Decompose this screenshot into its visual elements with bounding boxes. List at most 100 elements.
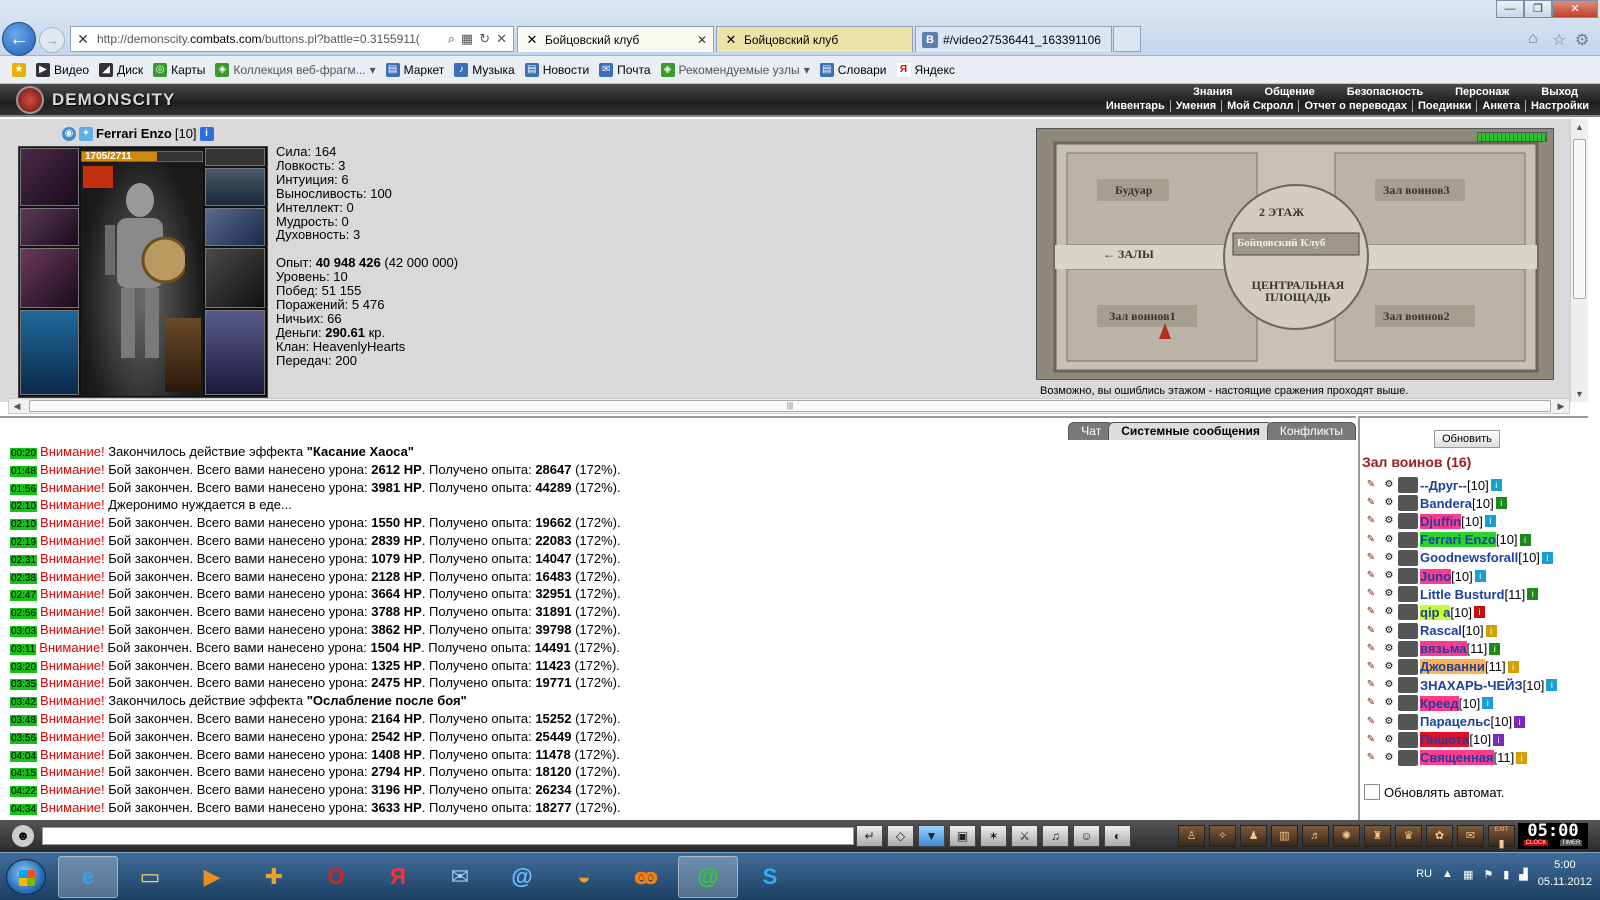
submenu-profile[interactable]: Анкета	[1476, 100, 1525, 112]
close-button[interactable]: ✕	[1552, 0, 1598, 18]
tab-conflicts[interactable]: Конфликты	[1266, 422, 1356, 440]
map-warriors-hall-2[interactable]: Зал воинов2	[1383, 309, 1450, 324]
message-time[interactable]: 03:03	[10, 625, 38, 637]
private-message-icon[interactable]: ✎	[1362, 733, 1380, 747]
clan-icon[interactable]	[1398, 677, 1418, 694]
clan-icon[interactable]	[1398, 658, 1418, 675]
user-nick[interactable]: Священная	[1420, 750, 1494, 766]
user-row[interactable]: ✎ ⚙ Креед [10] i	[1362, 694, 1557, 712]
message-time[interactable]: 04:15	[10, 768, 38, 780]
flag-icon[interactable]: ⚑	[1483, 868, 1493, 881]
info-icon[interactable]: i	[1474, 570, 1486, 583]
horizontal-scrollbar[interactable]: ◀ ||| ▶	[8, 398, 1570, 414]
mailru-agent-icon[interactable]: @	[492, 856, 552, 898]
menu-exit[interactable]: Выход	[1525, 86, 1594, 98]
eraser-icon[interactable]: ◇	[887, 825, 914, 847]
exit-icon[interactable]: EXIT ▮	[1488, 825, 1515, 850]
message-time[interactable]: 02:19	[10, 536, 38, 548]
clan-icon[interactable]	[1398, 586, 1418, 603]
user-nick[interactable]: Парацельс	[1420, 714, 1490, 729]
submenu-scroll[interactable]: Мой Скролл	[1221, 100, 1298, 112]
potion-icon[interactable]: ♙	[1178, 825, 1205, 847]
ring-slot[interactable]	[205, 148, 265, 166]
user-row[interactable]: ✎ ⚙ Парацельс [10] i	[1362, 712, 1557, 730]
user-nick[interactable]: Juno	[1420, 568, 1452, 584]
info-icon[interactable]: i	[1546, 679, 1558, 692]
tab-video[interactable]: B #/video27536441_163391106	[915, 26, 1112, 52]
submenu-skills[interactable]: Умения	[1169, 100, 1221, 112]
user-row[interactable]: ✎ ⚙ Juno [10] i	[1362, 567, 1557, 585]
language-indicator[interactable]: RU	[1416, 868, 1432, 880]
character-avatar[interactable]: 1705/2711	[81, 148, 203, 396]
clan-icon[interactable]	[1398, 477, 1418, 494]
map-halls-arrow[interactable]: ← ЗАЛЫ	[1103, 247, 1154, 262]
info-icon[interactable]: i	[1482, 697, 1494, 710]
smiley-icon[interactable]: ☺	[1073, 825, 1100, 847]
menu-knowledge[interactable]: Знания	[1177, 86, 1248, 98]
vertical-scrollbar[interactable]: ▲ ▼	[1570, 119, 1588, 402]
clan-icon[interactable]	[1398, 549, 1418, 566]
user-row[interactable]: ✎ ⚙ Little Busturd [11] i	[1362, 585, 1557, 603]
user-row[interactable]: ✎ ⚙ qip a [10] i	[1362, 603, 1557, 621]
submenu-transfer-report[interactable]: Отчет о переводах	[1298, 100, 1412, 112]
message-time[interactable]: 04:04	[10, 750, 38, 762]
user-nick[interactable]: Djuffin	[1420, 513, 1462, 529]
info-icon[interactable]: i	[1490, 479, 1502, 492]
chat-menu-icon[interactable]: ☻	[12, 825, 34, 847]
message-time[interactable]: 03:35	[10, 679, 38, 691]
clan-icon[interactable]	[1398, 622, 1418, 639]
user-nick[interactable]: Джованни	[1420, 659, 1485, 675]
fav-web-slices[interactable]: ◈ Коллекция веб-фрагм... ▾	[215, 62, 376, 77]
legs-slot[interactable]	[205, 310, 265, 395]
armor-slot[interactable]	[20, 310, 79, 395]
games-icon[interactable]: ✚	[244, 856, 304, 898]
clan-icon[interactable]	[1398, 604, 1418, 621]
user-row[interactable]: ✎ ⚙ Джованни [11] i	[1362, 658, 1557, 676]
info-icon[interactable]: i	[1474, 606, 1486, 619]
user-nick[interactable]: Креед	[1420, 695, 1459, 711]
auto-refresh-option[interactable]: Обновлять автомат.	[1364, 784, 1504, 800]
map-central-square[interactable]: ЦЕНТРАЛЬНАЯ ПЛОЩАДЬ	[1243, 279, 1353, 303]
private-message-icon[interactable]: ✎	[1362, 496, 1380, 510]
user-nick[interactable]: qip a	[1420, 604, 1451, 620]
tray-arrow-icon[interactable]: ▲	[1442, 868, 1453, 880]
gear-icon[interactable]: ⚙	[1575, 30, 1589, 50]
info-icon[interactable]: i	[1489, 642, 1501, 655]
fighter-icon[interactable]: ✶	[980, 825, 1007, 847]
mail-app-icon[interactable]: ✉	[430, 856, 490, 898]
fav-video[interactable]: ▶ Видео	[36, 62, 89, 77]
start-button[interactable]	[6, 859, 46, 895]
filter-icon[interactable]: ▼	[918, 825, 945, 847]
weapon-right-slot[interactable]	[205, 248, 265, 308]
info-icon[interactable]: i	[1484, 515, 1496, 528]
guard-icon[interactable]: ♜	[1364, 825, 1391, 847]
odnoklassniki-icon[interactable]: ꙭ	[616, 856, 676, 898]
clan-icon[interactable]	[1398, 513, 1418, 530]
info-icon[interactable]: i	[199, 126, 214, 141]
mail-icon[interactable]: ✉	[1457, 825, 1484, 847]
info-icon[interactable]: i	[1485, 624, 1497, 637]
message-time[interactable]: 01:56	[10, 483, 38, 495]
user-row[interactable]: ✎ ⚙ Священная [11] i	[1362, 749, 1557, 767]
user-nick[interactable]: вязьма	[1420, 641, 1467, 657]
stop-icon[interactable]: ✕	[496, 31, 507, 47]
tab-system-messages[interactable]: Системные сообщения	[1108, 422, 1273, 440]
chest-icon[interactable]: ▥	[1271, 825, 1298, 847]
clan-icon[interactable]	[1398, 531, 1418, 548]
opera-icon[interactable]: O	[306, 856, 366, 898]
info-icon[interactable]: i	[1527, 588, 1539, 601]
fav-disk[interactable]: ◢ Диск	[99, 62, 143, 77]
user-row[interactable]: ✎ ⚙ Пишота [10] i	[1362, 731, 1557, 749]
map-warriors-hall-3[interactable]: Зал воинов3	[1383, 183, 1450, 198]
info-icon[interactable]: i	[1516, 751, 1528, 764]
media-player-icon[interactable]: ▶	[182, 856, 242, 898]
favorites-star-icon[interactable]: ★	[12, 62, 26, 77]
message-time[interactable]: 03:42	[10, 697, 38, 709]
private-message-icon[interactable]: ✎	[1362, 605, 1380, 619]
pet-icon[interactable]	[165, 318, 201, 392]
fav-maps[interactable]: ◎ Карты	[153, 62, 205, 77]
message-time[interactable]: 02:31	[10, 554, 38, 566]
fav-news[interactable]: ▤ Новости	[524, 62, 589, 77]
send-icon[interactable]: ↵	[856, 825, 883, 847]
signal-icon[interactable]: ▟	[1519, 868, 1527, 881]
